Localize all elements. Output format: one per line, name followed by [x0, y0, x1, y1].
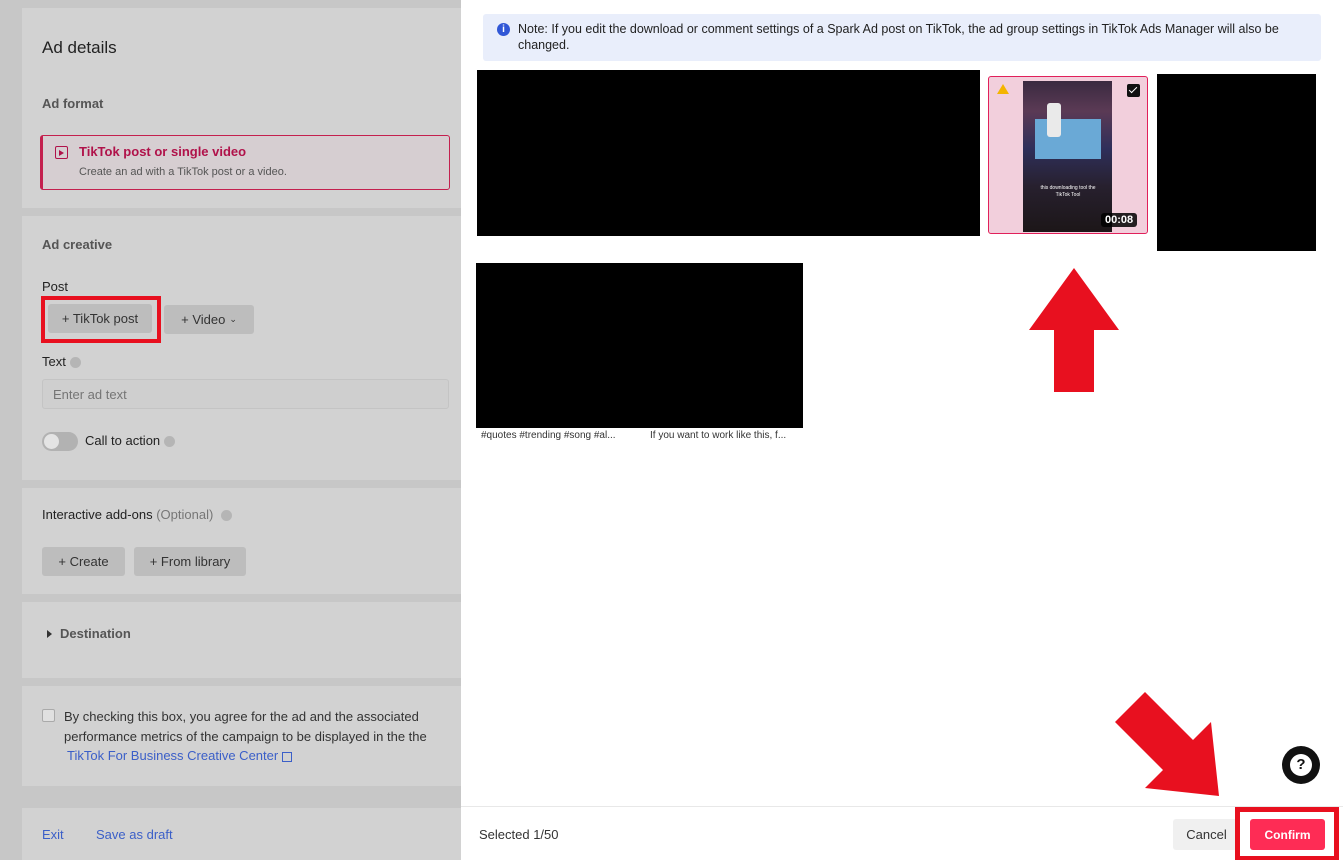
format-option-tiktok-post[interactable]: TikTok post or single video Create an ad…	[40, 135, 450, 190]
warning-icon	[997, 84, 1009, 94]
video-format-icon	[55, 146, 68, 159]
annotation-arrow-up	[1029, 268, 1119, 392]
video-caption: If you want to work like this, f...	[650, 430, 787, 441]
from-library-label: + From library	[149, 554, 231, 569]
confirm-button[interactable]: Confirm	[1250, 819, 1325, 850]
checkbox-checked-icon[interactable]	[1127, 84, 1140, 97]
question-icon	[164, 436, 176, 448]
question-icon	[69, 357, 81, 369]
caret-right-icon	[47, 630, 52, 638]
video-thumbnail: this downloading tool the TikTok Tool	[1023, 81, 1112, 232]
add-video-button[interactable]: + Video ⌄	[164, 305, 254, 334]
exit-link[interactable]: Exit	[42, 827, 64, 842]
addons-optional: (Optional)	[156, 507, 214, 522]
thumbnail-screen	[1035, 119, 1101, 159]
video-tile[interactable]	[477, 70, 980, 236]
thumbnail-phone	[1047, 103, 1061, 137]
chevron-down-icon: ⌄	[229, 314, 237, 324]
call-to-action-toggle[interactable]	[42, 432, 78, 451]
creative-center-link[interactable]: TikTok For Business Creative Center	[67, 748, 278, 763]
consent-text: By checking this box, you agree for the …	[64, 709, 427, 744]
ad-text-input[interactable]	[42, 379, 449, 409]
select-post-modal: i Note: If you edit the download or comm…	[461, 0, 1343, 860]
text-label: Text	[42, 354, 66, 369]
question-icon	[221, 510, 233, 522]
duration-badge: 00:08	[1101, 213, 1138, 227]
info-icon: i	[497, 23, 510, 36]
cta-label: Call to action	[85, 433, 161, 448]
form-footer	[22, 808, 461, 860]
video-caption: #quotes #trending #song #al...	[481, 430, 616, 441]
video-tile[interactable]	[1157, 74, 1316, 251]
video-tile[interactable]	[476, 263, 803, 428]
ad-form-panel: Ad details Ad format TikTok post or sing…	[0, 0, 461, 860]
selected-count: Selected 1/50	[479, 827, 559, 842]
create-addon-button[interactable]: + Create	[42, 547, 125, 576]
from-library-button[interactable]: + From library	[134, 547, 246, 576]
add-video-label: + Video	[181, 312, 226, 327]
cancel-button[interactable]: Cancel	[1173, 819, 1240, 850]
note-text: Note: If you edit the download or commen…	[518, 22, 1279, 52]
question-icon: ?	[1290, 754, 1312, 776]
highlight-box	[41, 296, 161, 343]
ad-format-label: Ad format	[42, 96, 104, 111]
format-option-title: TikTok post or single video	[79, 144, 247, 159]
external-link-icon	[282, 751, 293, 762]
ad-creative-label: Ad creative	[42, 237, 113, 252]
create-addon-label: + Create	[58, 554, 109, 569]
destination-toggle[interactable]: Destination	[60, 626, 131, 641]
modal-footer: Selected 1/50 Cancel Confirm	[461, 806, 1343, 860]
save-draft-link[interactable]: Save as draft	[96, 827, 173, 842]
format-option-subtitle: Create an ad with a TikTok post or a vid…	[79, 166, 287, 178]
annotation-arrow-diagonal	[1115, 692, 1219, 796]
addons-section	[22, 488, 461, 594]
video-tile-selected[interactable]: this downloading tool the TikTok Tool 00…	[988, 76, 1148, 234]
post-label: Post	[42, 279, 69, 294]
consent-checkbox[interactable]	[42, 709, 55, 722]
info-note: i Note: If you edit the download or comm…	[483, 14, 1321, 61]
consent-text-block: By checking this box, you agree for the …	[64, 707, 434, 766]
addons-label-row: Interactive add-ons (Optional)	[42, 507, 233, 522]
page-title: Ad details	[42, 38, 117, 57]
text-label-row: Text	[42, 354, 81, 369]
addons-label: Interactive add-ons	[42, 507, 153, 522]
thumbnail-caption: this downloading tool the TikTok Tool	[1040, 185, 1096, 198]
help-button[interactable]: ?	[1282, 746, 1320, 784]
cta-label-row: Call to action	[85, 433, 176, 448]
